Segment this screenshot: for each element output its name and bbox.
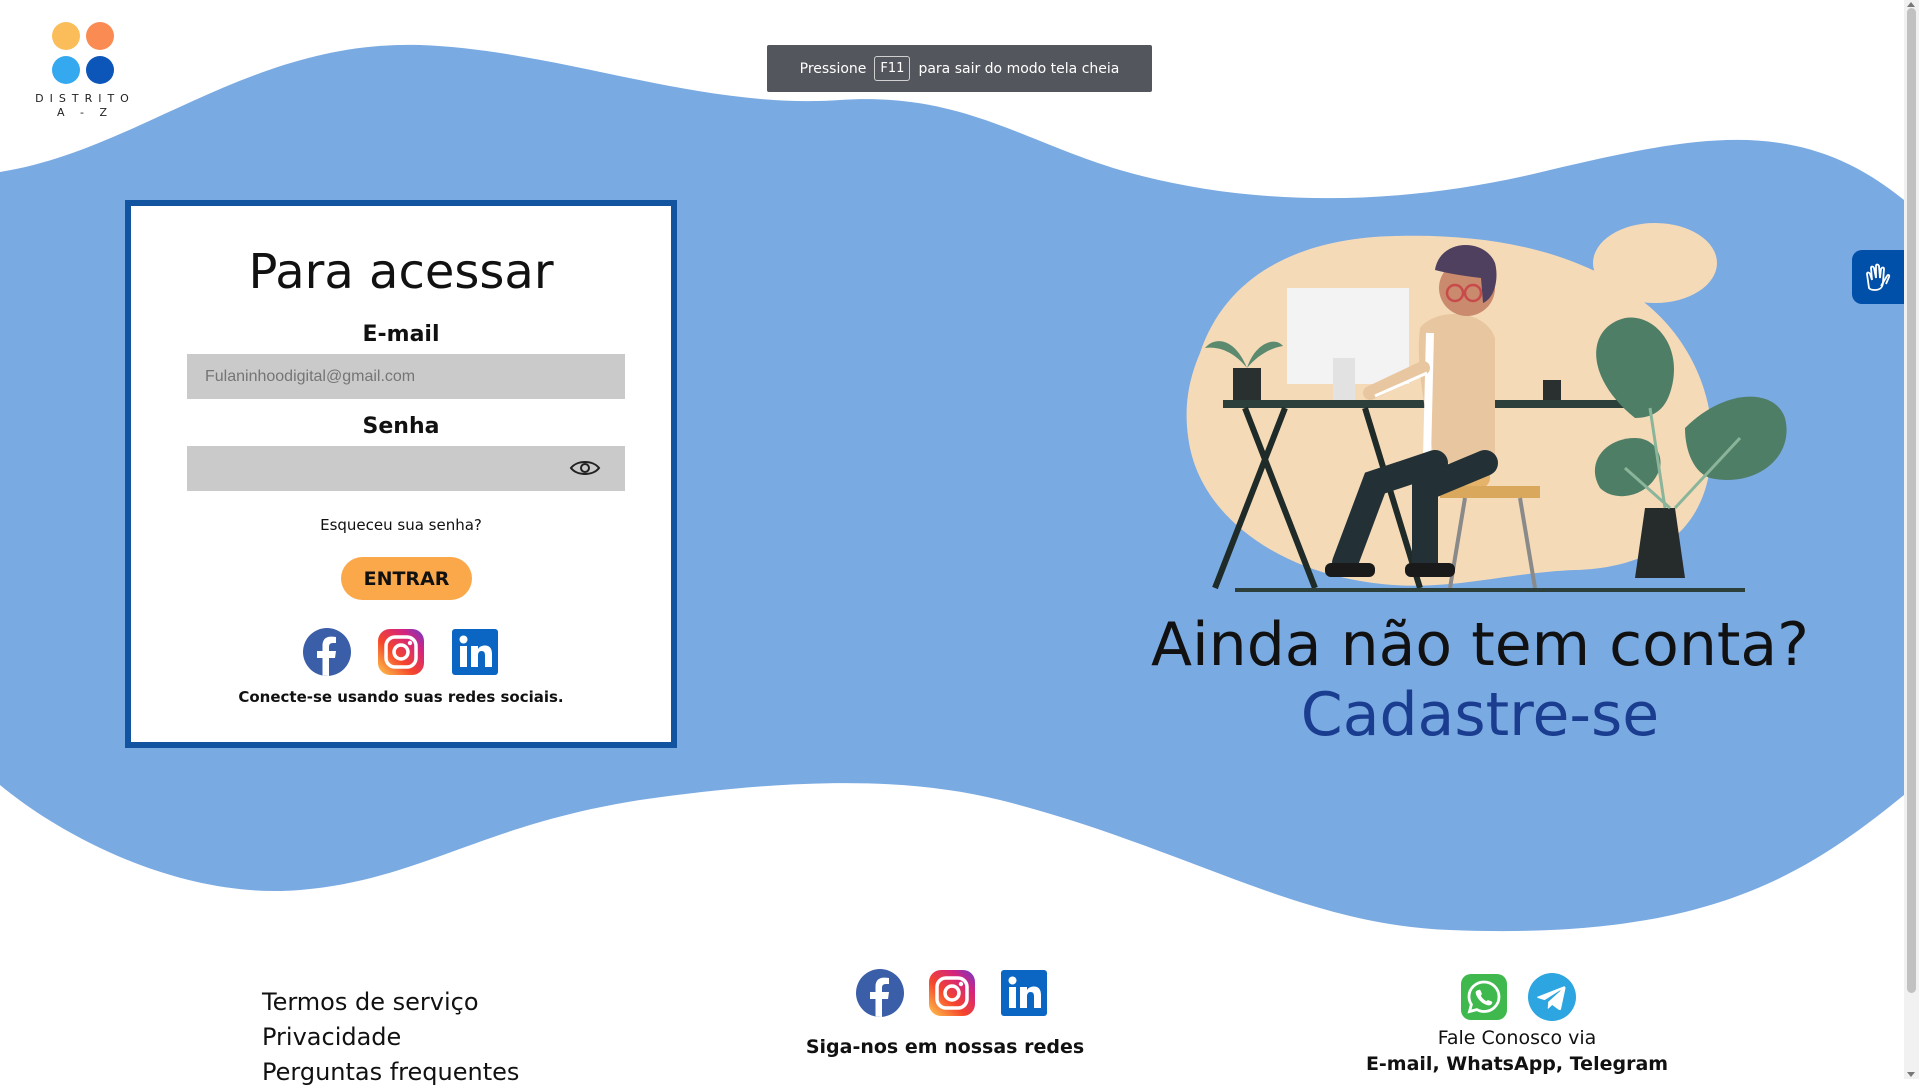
fullscreen-notice-after: para sair do modo tela cheia xyxy=(918,60,1120,77)
footer-contact-separator: , xyxy=(1555,1053,1564,1075)
email-label: E-mail xyxy=(362,322,440,347)
whatsapp-icon[interactable] xyxy=(1459,972,1509,1022)
logo-text-line1: DISTRITO xyxy=(35,92,135,105)
logo-dot-lightblue xyxy=(52,56,80,84)
footer-links: Termos de serviço Privacidade Perguntas … xyxy=(262,985,519,1090)
footer-link-faq[interactable]: Perguntas frequentes xyxy=(262,1055,519,1090)
linkedin-icon[interactable] xyxy=(450,627,500,677)
footer-social-row xyxy=(855,968,1049,1018)
scroll-up-arrow-icon[interactable] xyxy=(1907,2,1915,7)
email-field-wrapper xyxy=(187,354,625,399)
instagram-icon[interactable] xyxy=(927,968,977,1018)
person-at-desk-illustration xyxy=(1186,223,1787,592)
footer-contact-icons xyxy=(1459,972,1577,1022)
footer-contact-telegram-link[interactable]: Telegram xyxy=(1570,1053,1668,1075)
signup-link[interactable]: Cadastre-se xyxy=(1150,680,1810,750)
instagram-icon[interactable] xyxy=(376,627,426,677)
logo-dot-yellow xyxy=(52,22,80,50)
scroll-down-arrow-icon[interactable] xyxy=(1907,1072,1915,1077)
footer-link-terms[interactable]: Termos de serviço xyxy=(262,985,519,1020)
footer-social-caption: Siga-nos em nossas redes xyxy=(805,1036,1085,1058)
email-field[interactable] xyxy=(187,354,625,399)
linkedin-icon[interactable] xyxy=(999,968,1049,1018)
distrito-az-logo[interactable]: DISTRITO A - Z xyxy=(26,22,144,122)
password-label: Senha xyxy=(362,414,440,439)
password-field[interactable] xyxy=(187,446,625,491)
scrollbar-thumb[interactable] xyxy=(1907,8,1916,993)
telegram-icon[interactable] xyxy=(1527,972,1577,1022)
login-social-row xyxy=(131,627,671,677)
fullscreen-notice-before: Pressione xyxy=(799,60,867,77)
fullscreen-notice: Pressione F11 para sair do modo tela che… xyxy=(767,45,1152,92)
signup-question: Ainda não tem conta? xyxy=(1150,610,1810,680)
forgot-password-link[interactable]: Esqueceu sua senha? xyxy=(131,516,671,534)
facebook-icon[interactable] xyxy=(855,968,905,1018)
logo-dot-orange xyxy=(86,22,114,50)
fullscreen-key: F11 xyxy=(874,56,911,81)
login-card: Para acessar E-mail Senha Esqueceu sua s… xyxy=(125,200,677,748)
logo-text-line2: A - Z xyxy=(56,106,114,119)
footer-contact-title: Fale Conosco via xyxy=(1437,1027,1597,1049)
facebook-icon[interactable] xyxy=(302,627,352,677)
sign-language-hands-icon xyxy=(1866,263,1891,291)
password-field-wrapper xyxy=(187,446,625,491)
eye-icon[interactable] xyxy=(569,458,601,478)
login-social-caption: Conecte-se usando suas redes sociais. xyxy=(238,688,564,706)
enter-button[interactable]: ENTRAR xyxy=(341,557,472,600)
footer-contact-line: E-mail, WhatsApp, Telegram xyxy=(1350,1053,1684,1075)
accessibility-button[interactable] xyxy=(1852,250,1904,304)
footer-contact-email-link[interactable]: E-mail xyxy=(1366,1053,1433,1075)
logo-dot-darkblue xyxy=(86,56,114,84)
page-scrollbar[interactable] xyxy=(1904,0,1919,1079)
footer-link-privacy[interactable]: Privacidade xyxy=(262,1020,519,1055)
footer-contact-separator: , xyxy=(1432,1053,1440,1075)
footer-contact-whatsapp-link[interactable]: WhatsApp xyxy=(1446,1053,1556,1075)
login-title: Para acessar xyxy=(248,244,554,300)
logo-text: DISTRITO A - Z xyxy=(26,92,144,120)
